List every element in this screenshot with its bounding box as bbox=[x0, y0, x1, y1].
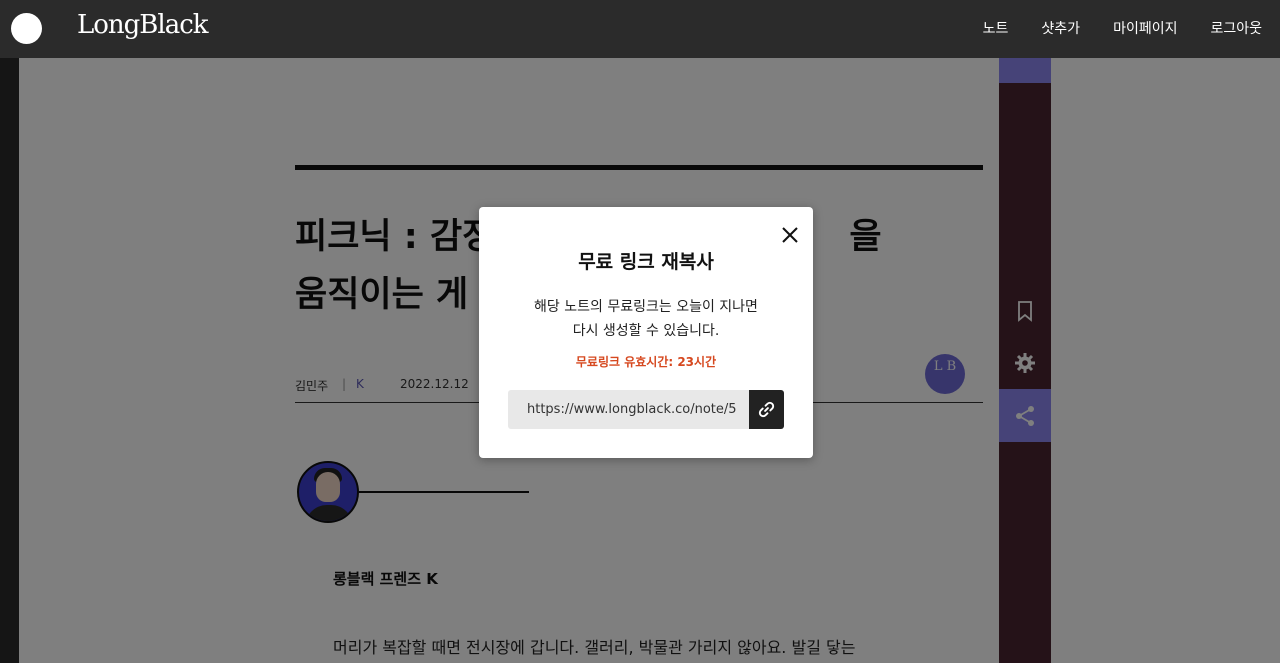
menu-circle-icon[interactable] bbox=[11, 13, 42, 44]
modal-desc-line2: 다시 생성할 수 있습니다. bbox=[572, 323, 720, 339]
validity-warning: 무료링크 유효시간: 23시간 bbox=[575, 355, 717, 369]
nav-item-note[interactable]: 노트 bbox=[983, 18, 1009, 38]
site-logo[interactable]: LongBlack bbox=[77, 10, 209, 40]
modal-description: 해당 노트의 무료링크는 오늘이 지나면 다시 생성할 수 있습니다. bbox=[479, 295, 813, 343]
copy-link-modal: 무료 링크 재복사 해당 노트의 무료링크는 오늘이 지나면 다시 생성할 수 … bbox=[479, 207, 813, 458]
nav-item-logout[interactable]: 로그아웃 bbox=[1210, 18, 1262, 38]
modal-title: 무료 링크 재복사 bbox=[578, 251, 714, 273]
modal-desc-line1: 해당 노트의 무료링크는 오늘이 지나면 bbox=[534, 299, 758, 315]
copy-link-button[interactable] bbox=[749, 390, 784, 429]
nav-item-shot[interactable]: 샷추가 bbox=[1041, 18, 1080, 38]
main-nav: 노트 샷추가 마이페이지 로그아웃 bbox=[983, 18, 1262, 38]
top-nav: LongBlack 노트 샷추가 마이페이지 로그아웃 bbox=[0, 0, 1280, 58]
nav-item-mypage[interactable]: 마이페이지 bbox=[1113, 18, 1177, 38]
link-icon bbox=[758, 401, 775, 418]
free-link-field[interactable] bbox=[508, 390, 749, 429]
close-icon[interactable] bbox=[780, 225, 800, 245]
